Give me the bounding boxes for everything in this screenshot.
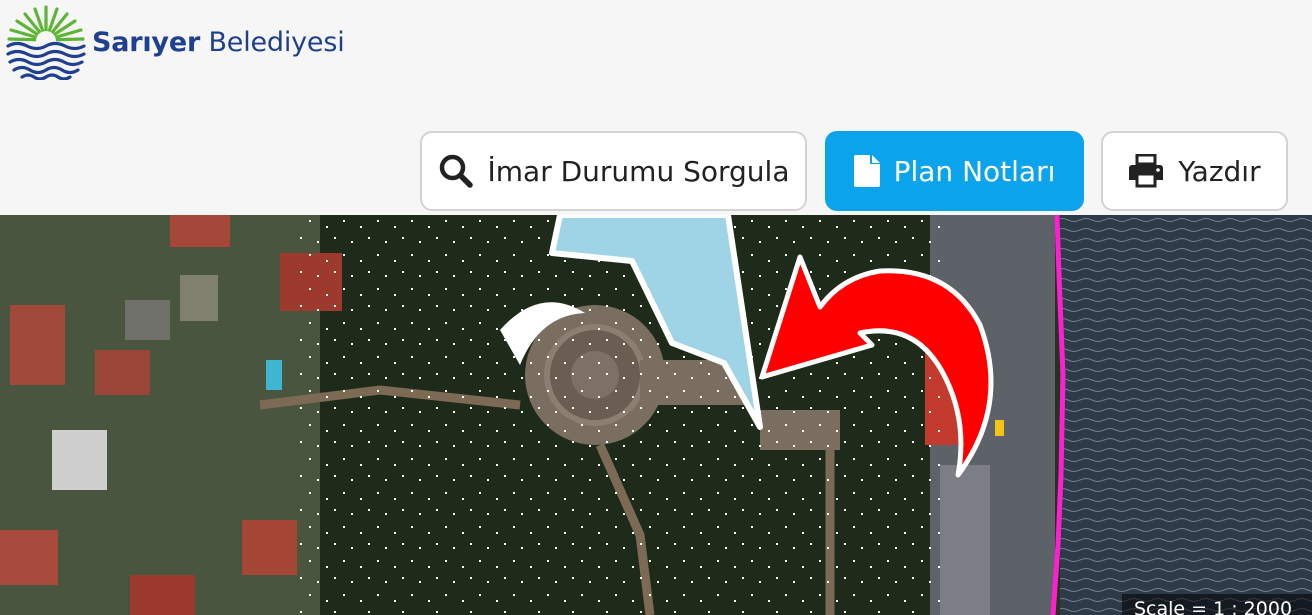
roof [170,215,230,247]
brand-name-rest: Belediyesi [208,26,345,58]
pool [266,360,282,390]
aerial-map[interactable] [0,215,1312,615]
print-label: Yazdır [1178,154,1261,188]
roof [130,575,195,615]
zoning-query-label: İmar Durumu Sorgula [487,154,790,188]
roof [0,530,58,585]
map-canvas [0,215,1312,615]
printer-icon [1129,154,1164,188]
car [995,420,1004,436]
sea-texture [1060,215,1312,615]
roof [52,430,107,490]
roof [95,350,150,395]
roof [242,520,297,575]
roof [125,300,170,340]
parking [940,465,990,615]
document-icon [853,155,880,187]
plan-notes-label: Plan Notları [893,154,1056,188]
image-noise [300,215,940,615]
zoning-query-button[interactable]: İmar Durumu Sorgula [420,131,807,211]
logo[interactable]: Sarıyer Belediyesi [6,4,345,80]
brand-name: Sarıyer Belediyesi [92,27,345,58]
print-button[interactable]: Yazdır [1101,131,1288,211]
header: Sarıyer Belediyesi İmar Durumu Sorgula P… [0,0,1312,215]
roof [180,275,218,321]
brand-name-bold: Sarıyer [92,26,201,58]
roof [10,305,65,385]
map-scale: Scale = 1 : 2000 [1122,594,1312,615]
search-icon [439,154,473,188]
sariyer-logo-icon [6,5,86,80]
plan-notes-button[interactable]: Plan Notları [825,131,1084,211]
